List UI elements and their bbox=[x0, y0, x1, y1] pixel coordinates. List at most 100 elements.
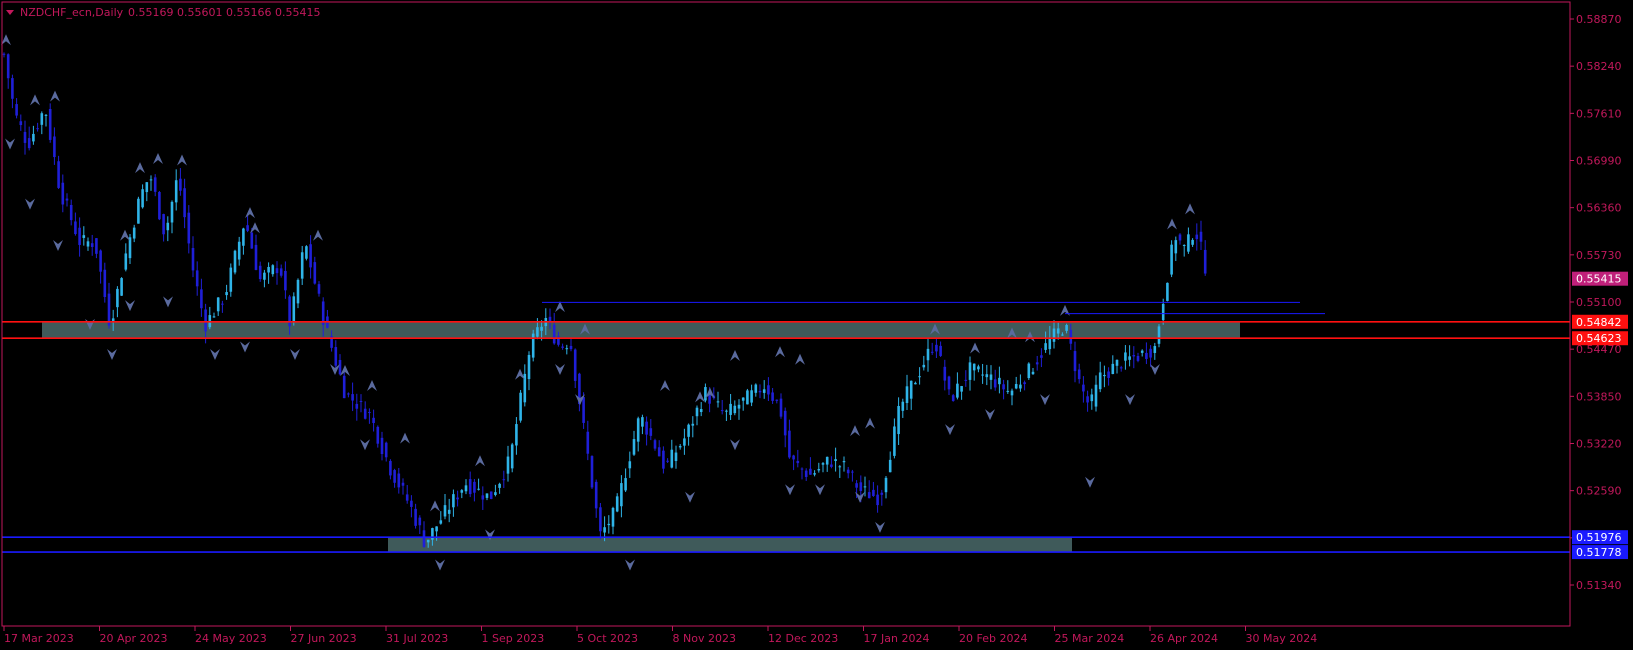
candle-body bbox=[107, 293, 111, 326]
candle-body bbox=[1149, 348, 1152, 358]
date-tick-label: 20 Apr 2023 bbox=[100, 632, 168, 645]
candle-body bbox=[510, 444, 514, 469]
candle-body bbox=[855, 483, 858, 488]
candle-body bbox=[695, 407, 699, 417]
candle-body bbox=[586, 431, 590, 454]
candle-body bbox=[15, 104, 18, 116]
candle-body bbox=[95, 238, 98, 254]
candle-body bbox=[128, 237, 132, 259]
candle-body bbox=[271, 265, 275, 275]
candle-body bbox=[1157, 326, 1161, 344]
current-price-tag-text: 0.55415 bbox=[1576, 273, 1622, 286]
candle-body bbox=[489, 491, 493, 499]
candle-body bbox=[909, 380, 913, 399]
candle-body bbox=[922, 364, 926, 368]
date-tick-label: 12 Dec 2023 bbox=[768, 632, 838, 645]
candle-body bbox=[116, 288, 119, 308]
candle-body bbox=[1073, 351, 1077, 372]
date-tick-label: 5 Oct 2023 bbox=[577, 632, 638, 645]
candle-body bbox=[683, 438, 686, 446]
candle-body bbox=[372, 417, 375, 424]
candle-body bbox=[746, 390, 749, 405]
candle-body bbox=[69, 204, 73, 221]
candle-body bbox=[1065, 325, 1068, 331]
candle-body bbox=[481, 495, 485, 500]
candle-body bbox=[86, 241, 90, 247]
candle-body bbox=[250, 232, 254, 249]
candle-body bbox=[519, 392, 522, 421]
candle-body bbox=[943, 366, 947, 381]
candle-body bbox=[296, 279, 300, 304]
candle-body bbox=[170, 201, 174, 223]
candle-body bbox=[611, 507, 615, 527]
candle-body bbox=[141, 189, 144, 208]
candle-body bbox=[1031, 371, 1035, 375]
candle-body bbox=[993, 379, 997, 388]
candle-body bbox=[531, 333, 535, 358]
date-tick-label: 1 Sep 2023 bbox=[482, 632, 545, 645]
candle-body bbox=[137, 198, 140, 224]
candle-body bbox=[788, 430, 791, 458]
candle-body bbox=[229, 267, 233, 292]
candle-body bbox=[569, 345, 573, 350]
resistance-bottom-tag-text: 0.54623 bbox=[1576, 332, 1622, 345]
candle-body bbox=[620, 483, 623, 507]
date-tick-label: 31 Jul 2023 bbox=[386, 632, 448, 645]
candle-body bbox=[897, 406, 900, 435]
price-tick-label: 0.58240 bbox=[1576, 60, 1622, 73]
candle-body bbox=[317, 284, 321, 294]
support-top-tag-text: 0.51976 bbox=[1576, 531, 1622, 544]
candle-body bbox=[1187, 234, 1190, 252]
candle-body bbox=[1014, 384, 1018, 389]
candle-body bbox=[825, 456, 829, 465]
candle-body bbox=[1086, 396, 1089, 403]
candle-body bbox=[838, 466, 842, 468]
candle-body bbox=[960, 386, 963, 392]
candle-body bbox=[804, 470, 808, 477]
candle-body bbox=[279, 268, 283, 276]
candle-body bbox=[132, 227, 136, 239]
candle-body bbox=[1077, 369, 1081, 380]
candle-body bbox=[708, 394, 711, 404]
candle-body bbox=[699, 409, 703, 413]
price-chart[interactable]: 0.58870 0.58240 0.57610 0.56990 0.56360 0.557… bbox=[0, 0, 1633, 650]
candle-body bbox=[338, 360, 342, 375]
candle-body bbox=[1048, 337, 1052, 350]
candle-body bbox=[384, 442, 388, 458]
date-tick-label: 27 Jun 2023 bbox=[291, 632, 357, 645]
candle-body bbox=[628, 461, 632, 469]
candle-body bbox=[32, 133, 35, 142]
candle-body bbox=[977, 366, 980, 370]
candle-body bbox=[1010, 390, 1014, 396]
candle-body bbox=[418, 517, 422, 526]
candle-body bbox=[1166, 282, 1169, 301]
candle-body bbox=[405, 494, 409, 501]
candle-body bbox=[800, 468, 804, 470]
candle-body bbox=[725, 410, 728, 412]
candle-body bbox=[762, 389, 766, 393]
price-tick-label: 0.55100 bbox=[1576, 296, 1622, 309]
candle-body bbox=[1119, 367, 1123, 369]
candle-body bbox=[636, 418, 640, 442]
price-tick-label: 0.57610 bbox=[1576, 107, 1622, 120]
candle-body bbox=[884, 477, 888, 493]
candle-body bbox=[1052, 328, 1056, 342]
candle-body bbox=[771, 392, 774, 401]
candle-body bbox=[796, 460, 800, 464]
candle-body bbox=[351, 394, 354, 401]
candle-body bbox=[968, 362, 972, 380]
candle-body bbox=[99, 250, 102, 272]
candle-body bbox=[284, 270, 287, 291]
candle-body bbox=[242, 228, 245, 246]
candle-body bbox=[582, 397, 585, 423]
candle-body bbox=[834, 459, 837, 461]
candle-body bbox=[657, 447, 661, 457]
candle-body bbox=[1195, 234, 1199, 240]
candle-body bbox=[678, 446, 682, 448]
candle-body bbox=[1115, 359, 1119, 366]
candle-body bbox=[527, 354, 531, 380]
candle-body bbox=[158, 192, 161, 220]
candle-body bbox=[918, 376, 921, 378]
candle-body bbox=[662, 450, 665, 469]
candle-body bbox=[1082, 384, 1085, 392]
